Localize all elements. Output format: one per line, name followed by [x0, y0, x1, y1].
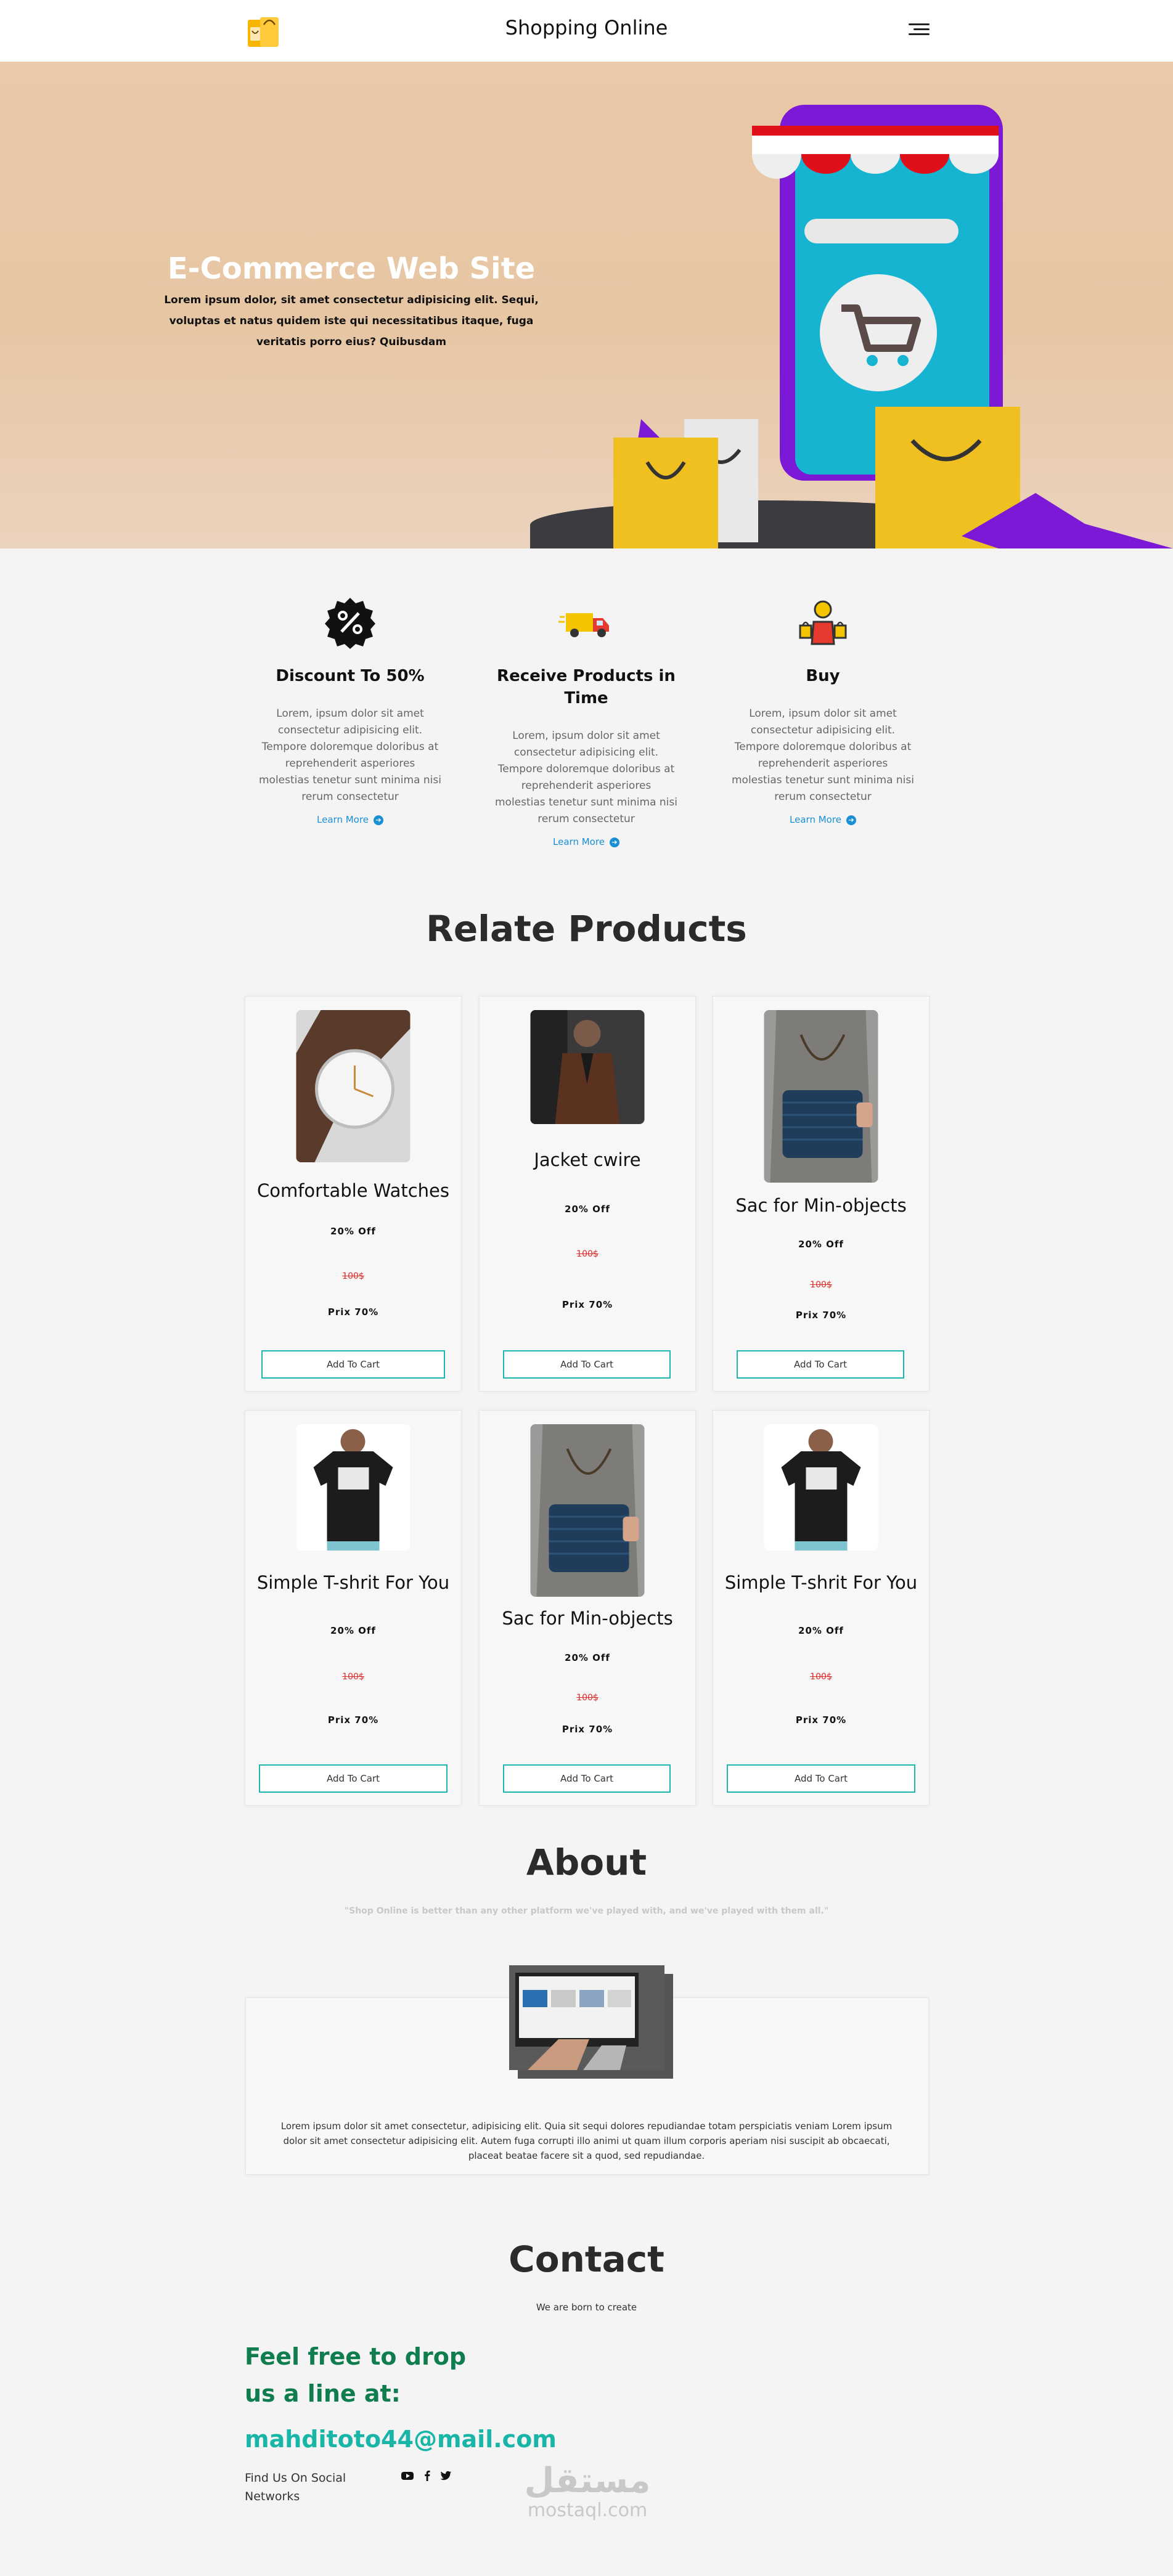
watch-image	[296, 1010, 411, 1162]
about-quote: "Shop Online is better than any other pl…	[344, 1906, 829, 1916]
social-label: Find Us On Social Networks	[245, 2471, 346, 2503]
product-old-price: 100$	[576, 1249, 599, 1259]
product-card: Jacket cwire 20% Off 100$ Prix 70% Add T…	[479, 996, 696, 1392]
contact-section-title: Contact	[509, 2238, 664, 2280]
product-discount: 20% Off	[565, 1652, 610, 1663]
about-section-title: About	[526, 1841, 647, 1883]
product-old-price: 100$	[810, 1280, 832, 1290]
contact-subtitle: We are born to create	[536, 2302, 637, 2313]
tshirt-image	[296, 1424, 411, 1551]
about-text: Lorem ipsum dolor sit amet consectetur, …	[280, 2121, 893, 2161]
product-old-price: 100$	[810, 1672, 832, 1682]
product-card: Sac for Min-objects 20% Off 100$ Prix 70…	[713, 996, 930, 1392]
arrow-right-icon: ➔	[609, 837, 619, 847]
product-card: Sac for Min-objects 20% Off 100$ Prix 70…	[479, 1410, 696, 1806]
product-discount: 20% Off	[565, 1204, 610, 1215]
product-card: Simple T-shrit For You 20% Off 100$ Prix…	[713, 1410, 930, 1806]
phone-shop-cart-illustration	[530, 105, 1173, 548]
bag-image	[764, 1010, 878, 1183]
products-section-title: Relate Products	[426, 908, 747, 950]
arrow-right-icon: ➔	[373, 815, 383, 825]
feature-title: Buy	[806, 667, 840, 685]
product-old-price: 100$	[342, 1271, 364, 1281]
add-to-cart-button[interactable]: Add To Cart	[727, 1764, 915, 1793]
product-name: Sac for Min-objects	[502, 1608, 673, 1629]
product-discount: 20% Off	[330, 1226, 376, 1237]
feature-text: Lorem, ipsum dolor sit amet consectetur …	[732, 707, 914, 803]
product-card: Simple T-shrit For You 20% Off 100$ Prix…	[245, 1410, 462, 1806]
product-name: Simple T-shrit For You	[724, 1572, 918, 1593]
product-price: Prix 70%	[562, 1299, 613, 1310]
product-name: Simple T-shrit For You	[256, 1572, 450, 1593]
feature-card-discount: Discount To 50% Lorem, ipsum dolor sit a…	[258, 595, 443, 825]
contact-email-link[interactable]: mahditoto44@mail.com	[245, 2426, 557, 2453]
product-discount: 20% Off	[798, 1625, 844, 1636]
mostaql-watermark: مستقل mostaql.com	[510, 2463, 664, 2524]
add-to-cart-button[interactable]: Add To Cart	[261, 1350, 445, 1379]
feature-card-buy: Buy Lorem, ipsum dolor sit amet consecte…	[730, 595, 915, 825]
contact-heading: Feel free to drop us a line at:	[245, 2343, 467, 2407]
learn-more-link[interactable]: Learn More ➔	[553, 836, 619, 847]
feature-text: Lorem, ipsum dolor sit amet consectetur …	[495, 730, 677, 825]
feature-title: Receive Products in Time	[497, 667, 676, 707]
learn-more-link[interactable]: Learn More ➔	[317, 814, 383, 825]
product-price: Prix 70%	[327, 1306, 379, 1318]
shopper-bags-icon	[799, 600, 847, 645]
feature-card-delivery: Receive Products in Time Lorem, ipsum do…	[494, 595, 679, 847]
facebook-icon[interactable]	[420, 2469, 434, 2482]
watermark-arabic: مستقل	[524, 2461, 651, 2501]
product-name: Sac for Min-objects	[735, 1195, 907, 1216]
bag-image	[530, 1424, 645, 1597]
laptop-image	[509, 1965, 673, 2079]
jacket-image	[530, 1010, 645, 1124]
product-price: Prix 70%	[795, 1714, 847, 1726]
tshirt-image	[764, 1424, 878, 1551]
product-price: Prix 70%	[327, 1714, 379, 1726]
percent-badge-icon	[325, 598, 375, 649]
youtube-icon[interactable]	[401, 2469, 414, 2482]
product-card: Comfortable Watches 20% Off 100$ Prix 70…	[245, 996, 462, 1392]
product-price: Prix 70%	[562, 1724, 613, 1735]
product-discount: 20% Off	[798, 1239, 844, 1250]
navbar: Shopping Online	[0, 0, 1173, 62]
product-name: Comfortable Watches	[256, 1180, 450, 1201]
feature-title: Discount To 50%	[276, 667, 425, 685]
add-to-cart-button[interactable]: Add To Cart	[503, 1764, 671, 1793]
product-name: Jacket cwire	[534, 1149, 641, 1170]
watermark-latin: mostaql.com	[527, 2500, 648, 2521]
twitter-icon[interactable]	[439, 2469, 452, 2482]
hero-title: E-Commerce Web Site	[167, 251, 536, 286]
hero-text: Lorem ipsum dolor, sit amet consectetur …	[164, 294, 539, 348]
feature-text: Lorem, ipsum dolor sit amet consectetur …	[259, 707, 441, 803]
add-to-cart-button[interactable]: Add To Cart	[259, 1764, 448, 1793]
social-icons	[401, 2469, 452, 2484]
hero-banner: E-Commerce Web Site Lorem ipsum dolor, s…	[0, 62, 1173, 548]
hamburger-menu-icon[interactable]	[909, 22, 930, 36]
arrow-right-icon: ➔	[846, 815, 856, 825]
learn-more-link[interactable]: Learn More ➔	[790, 814, 856, 825]
add-to-cart-button[interactable]: Add To Cart	[503, 1350, 671, 1379]
product-discount: 20% Off	[330, 1625, 376, 1636]
product-old-price: 100$	[576, 1693, 599, 1703]
product-price: Prix 70%	[795, 1310, 847, 1321]
add-to-cart-button[interactable]: Add To Cart	[737, 1350, 904, 1379]
delivery-truck-icon	[558, 613, 609, 637]
product-old-price: 100$	[342, 1672, 364, 1682]
site-title: Shopping Online	[505, 16, 668, 39]
